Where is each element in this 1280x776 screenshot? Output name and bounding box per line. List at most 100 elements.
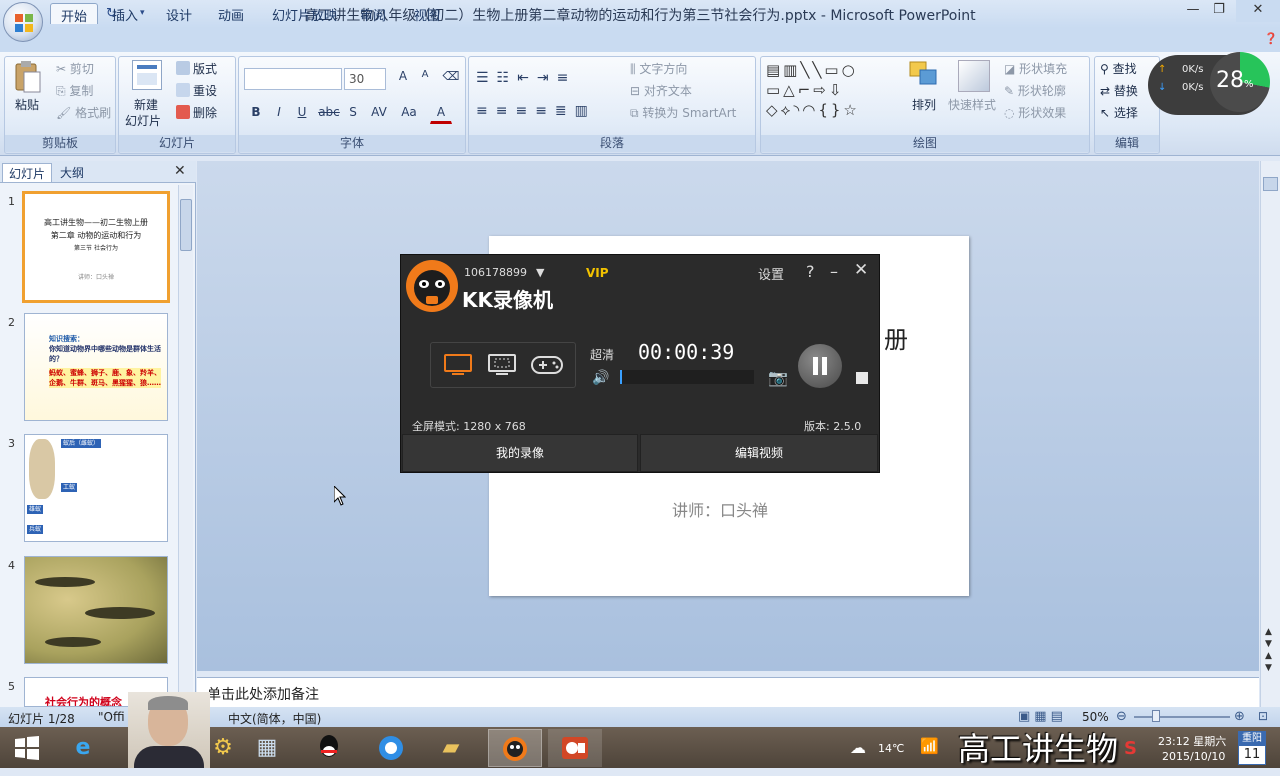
convert-smartart-button[interactable]: ⧉ 转换为 SmartArt (630, 104, 736, 121)
tab-slides[interactable]: 幻灯片 (2, 163, 53, 182)
game-mode-icon[interactable] (530, 354, 564, 379)
help-icon[interactable]: ❓ (1264, 32, 1278, 45)
maximize-button[interactable]: ❐ (1202, 0, 1236, 22)
performance-monitor-icon[interactable]: ▦ (240, 729, 294, 767)
layout-button[interactable]: 版式 (176, 60, 217, 77)
align-buttons[interactable]: ≡≡≡≡≣▥ (476, 103, 596, 119)
kk-recorder-taskbar-icon[interactable] (488, 729, 542, 767)
strikethrough-button[interactable]: abc (316, 104, 342, 124)
quick-styles-icon[interactable] (958, 60, 990, 92)
stop-button[interactable] (856, 372, 868, 384)
replace-button[interactable]: ⇄ 替换 (1100, 82, 1138, 99)
tab-design[interactable]: 设计 (156, 3, 202, 24)
volume-icon[interactable]: 🔊 (592, 370, 609, 386)
kk-minimize-button[interactable]: – (830, 262, 838, 281)
tab-outline[interactable]: 大纲 (54, 163, 90, 182)
pause-button[interactable] (798, 344, 842, 388)
close-button[interactable]: ✕ (1236, 0, 1280, 22)
shape-effects-button[interactable]: ◌ 形状效果 (1004, 104, 1066, 121)
clear-format-icon[interactable]: ⌫ (440, 68, 462, 88)
text-direction-button[interactable]: ⫼ 文字方向 (630, 60, 687, 77)
shapes-gallery[interactable]: ▤▥╲╲▭○ ▭△⌐⇨⇩ ◇⟡◝◠{}☆ (766, 60, 892, 120)
quick-styles-button[interactable]: 快速样式 (948, 96, 996, 113)
calendar-widget[interactable]: 重阳 11 (1238, 731, 1266, 765)
reset-button[interactable]: 重设 (176, 82, 217, 99)
copy-button[interactable]: ⎘ 复制 (56, 82, 93, 99)
zoom-slider[interactable] (1134, 716, 1230, 718)
kk-settings-button[interactable]: 设置 (758, 264, 784, 283)
new-slide-button[interactable]: 新建 (134, 96, 158, 113)
shadow-button[interactable]: S (342, 104, 364, 124)
file-explorer-icon[interactable]: ▰ (424, 729, 478, 767)
find-button[interactable]: ⚲ 查找 (1100, 60, 1137, 77)
slide-thumbnail-2[interactable]: 知识搜索： 你知道动物界中哪些动物是群体生活的？ 蚂蚁、蜜蜂、狮子、鹿、象、羚羊… (24, 313, 168, 421)
format-painter-button[interactable]: 🖌 格式刷 (56, 104, 111, 121)
slide-thumbnail-1[interactable]: 高工讲生物——初二生物上册 第二章 动物的运动和行为 第三节 社会行为 讲师：口… (22, 191, 170, 303)
office-button[interactable] (3, 2, 43, 42)
tab-home[interactable]: 开始 (50, 3, 99, 25)
clock-time[interactable]: 23:12 星期六 (1158, 733, 1226, 749)
delete-slide-button[interactable]: 删除 (176, 104, 217, 121)
shape-fill-button[interactable]: ◪ 形状填充 (1004, 60, 1067, 77)
slide-title-fragment[interactable]: 册 (884, 320, 908, 355)
char-spacing-button[interactable]: AV (366, 104, 392, 124)
tab-animations[interactable]: 动画 (208, 3, 254, 24)
font-color-button[interactable]: A (430, 104, 452, 124)
powerpoint-taskbar-icon[interactable] (548, 729, 602, 767)
cut-button[interactable]: ✂ 剪切 (56, 60, 94, 77)
close-panel-icon[interactable]: ✕ (174, 163, 186, 179)
zoom-in-icon[interactable]: ⊕ (1234, 709, 1245, 724)
grow-font-button[interactable]: A (392, 68, 414, 88)
paste-button[interactable]: 粘贴 (15, 96, 39, 113)
kk-help-button[interactable]: ? (806, 262, 815, 281)
font-size-combo[interactable]: 30 (344, 68, 386, 90)
arrange-icon[interactable] (908, 60, 940, 92)
underline-button[interactable]: U (291, 104, 313, 124)
weather-cloud-icon[interactable]: ☁ (850, 738, 866, 757)
list-buttons[interactable]: ☰☷⇤⇥≡ (476, 70, 576, 86)
clock-date[interactable]: 2015/10/10 (1162, 750, 1225, 763)
slide-lecturer[interactable]: 讲师：口头禅 (672, 497, 768, 521)
shrink-font-button[interactable]: A (414, 68, 436, 88)
view-buttons[interactable]: ▣▦▤ (1018, 709, 1067, 724)
arrange-button[interactable]: 排列 (912, 96, 936, 113)
change-case-button[interactable]: Aa (396, 104, 422, 124)
qq-icon[interactable] (302, 729, 356, 767)
browser-icon[interactable] (364, 729, 418, 767)
slide-thumbnail-3[interactable]: 蚁后（雌蚁） 工蚁 雄蚁 兵蚁 (24, 434, 168, 542)
paste-icon[interactable] (14, 60, 42, 94)
select-button[interactable]: ↖ 选择 (1100, 104, 1138, 121)
edit-video-button[interactable]: 编辑视频 (640, 434, 878, 472)
tab-slideshow[interactable]: 幻灯片放映 (262, 3, 347, 24)
italic-button[interactable]: I (268, 104, 290, 124)
slides-scrollbar[interactable] (178, 185, 193, 706)
kk-close-button[interactable]: ✕ (854, 260, 868, 280)
bold-button[interactable]: B (245, 104, 267, 124)
windows-start-icon[interactable] (0, 729, 54, 767)
slide-thumbnail-4[interactable] (24, 556, 168, 664)
region-mode-icon[interactable] (488, 354, 516, 379)
font-name-combo[interactable] (244, 68, 342, 90)
tab-insert[interactable]: 插入 (102, 3, 148, 24)
zoom-slider-thumb[interactable] (1152, 710, 1160, 722)
zoom-out-icon[interactable]: ⊖ (1116, 709, 1127, 724)
new-slide-label[interactable]: 幻灯片 (125, 112, 161, 129)
fullscreen-mode-icon[interactable] (444, 354, 472, 379)
language-indicator[interactable]: 中文(简体，中国) (228, 710, 321, 727)
tab-view[interactable]: 视图 (404, 3, 450, 24)
fit-to-window-icon[interactable]: ⊡ (1258, 709, 1268, 723)
new-slide-icon[interactable] (132, 60, 162, 90)
notes-pane[interactable]: 单击此处添加备注 (197, 677, 1259, 707)
screenshot-camera-icon[interactable]: 📷 (768, 368, 788, 387)
wifi-icon[interactable]: 📶 (920, 737, 939, 755)
ie-icon[interactable]: e (56, 729, 110, 767)
align-text-button[interactable]: ⊟ 对齐文本 (630, 82, 692, 99)
shape-outline-button[interactable]: ✎ 形状轮廓 (1004, 82, 1066, 99)
kk-account[interactable]: 106178899 (464, 266, 527, 279)
account-dropdown-icon[interactable]: ▼ (536, 266, 544, 279)
zoom-level[interactable]: 50% (1082, 710, 1109, 724)
quality-label[interactable]: 超清 (590, 346, 614, 363)
vertical-scrollbar[interactable]: ▲ ▼ ▲ ▼ (1260, 161, 1280, 707)
tab-review[interactable]: 审阅 (350, 3, 396, 24)
my-recordings-button[interactable]: 我的录像 (402, 434, 638, 472)
